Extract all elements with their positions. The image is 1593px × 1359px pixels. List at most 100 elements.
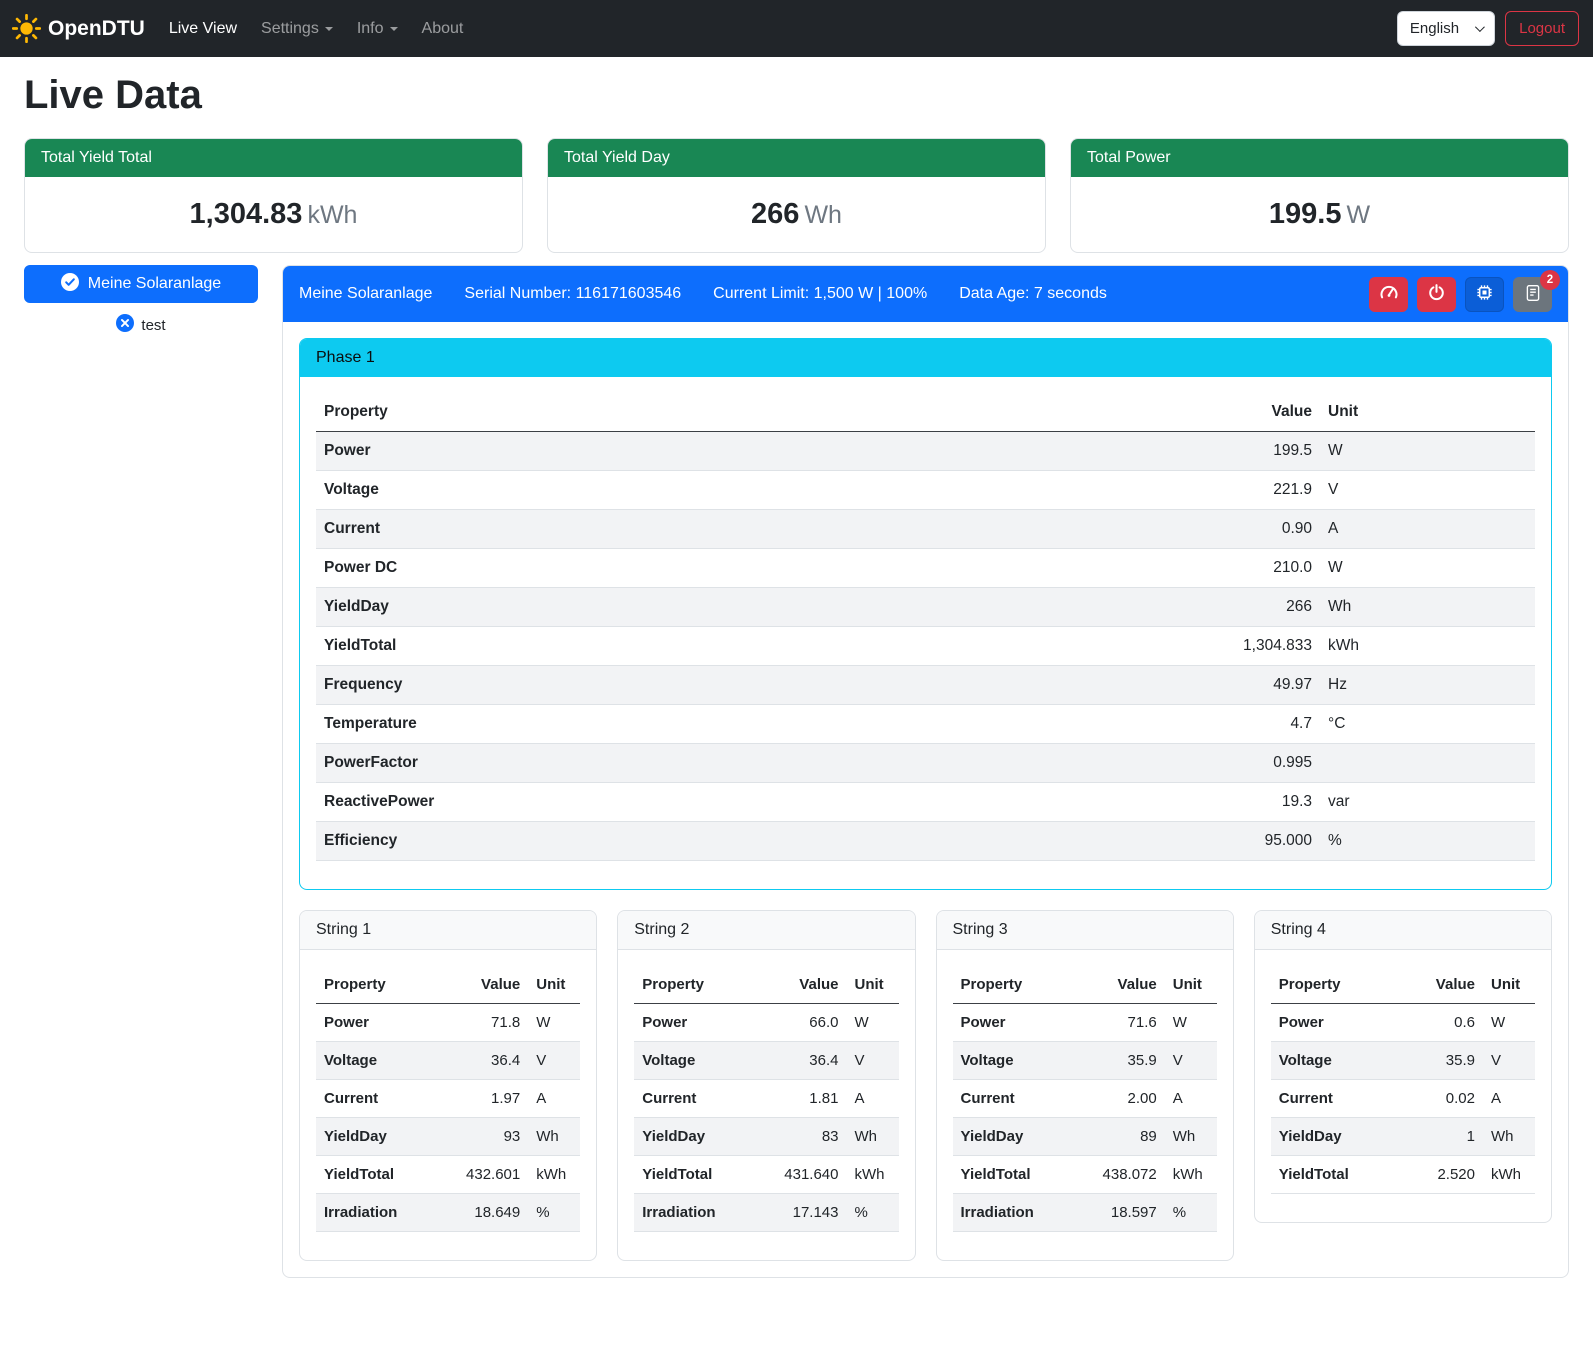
table-row: Voltage36.4V [316, 1042, 580, 1080]
property-unit: Hz [1320, 666, 1535, 705]
property-value: 36.4 [450, 1042, 528, 1080]
property-value: 83 [769, 1118, 847, 1156]
table-row: Efficiency95.000% [316, 822, 1535, 861]
property-name: Voltage [1271, 1042, 1405, 1080]
table-row: YieldDay266Wh [316, 588, 1535, 627]
logout-button[interactable]: Logout [1505, 11, 1579, 46]
table-header-row: Property Value Unit [316, 393, 1535, 432]
property-value: 93 [450, 1118, 528, 1156]
device-info-button[interactable] [1465, 277, 1504, 312]
summary-card-value: 266 [751, 198, 799, 230]
property-name: Power [634, 1004, 768, 1042]
inverter-panel: Meine Solaranlage Serial Number: 1161716… [282, 265, 1569, 1278]
table-row: Current2.00A [953, 1080, 1217, 1118]
property-unit: A [1320, 510, 1535, 549]
summary-card-value: 1,304.83 [190, 198, 303, 230]
string-body: Property Value Unit Power0.6WVoltage35.9… [1255, 950, 1551, 1222]
property-unit: Wh [528, 1118, 580, 1156]
property-unit [1320, 744, 1535, 783]
property-value: 36.4 [769, 1042, 847, 1080]
column-header-unit: Unit [528, 966, 580, 1004]
property-name: Power [953, 1004, 1087, 1042]
table-row: YieldDay1Wh [1271, 1118, 1535, 1156]
cpu-icon [1475, 283, 1494, 305]
phase-body: Property Value Unit Power199.5WVoltage22… [300, 377, 1551, 889]
column-header-value: Value [1087, 966, 1165, 1004]
table-row: Power71.6W [953, 1004, 1217, 1042]
property-value: 71.6 [1087, 1004, 1165, 1042]
string-card-4: String 4 Property Value Unit [1254, 910, 1552, 1223]
property-name: Voltage [316, 1042, 450, 1080]
property-value: 199.5 [1190, 432, 1320, 471]
column-header-value: Value [769, 966, 847, 1004]
brand[interactable]: OpenDTU [12, 14, 145, 43]
property-unit: kWh [1320, 627, 1535, 666]
nav-about[interactable]: About [410, 12, 476, 46]
table-row: Power DC210.0W [316, 549, 1535, 588]
string-body: Property Value Unit Power71.8WVoltage36.… [300, 950, 596, 1260]
property-unit: Wh [1165, 1118, 1217, 1156]
column-header-unit: Unit [847, 966, 899, 1004]
event-log-button[interactable]: 2 [1513, 277, 1552, 312]
summary-card-value: 199.5 [1269, 198, 1342, 230]
nav-settings[interactable]: Settings [249, 12, 345, 46]
string-card-1: String 1 Property Value Unit [299, 910, 597, 1261]
table-row: Current1.81A [634, 1080, 898, 1118]
nav-live-view[interactable]: Live View [157, 12, 249, 46]
property-unit: var [1320, 783, 1535, 822]
string-table-body: Power71.8WVoltage36.4VCurrent1.97AYieldD… [316, 1004, 580, 1232]
property-value: 1.81 [769, 1080, 847, 1118]
property-name: Power [316, 1004, 450, 1042]
property-unit: °C [1320, 705, 1535, 744]
property-name: ReactivePower [316, 783, 1190, 822]
nav-info[interactable]: Info [345, 12, 410, 46]
property-value: 89 [1087, 1118, 1165, 1156]
property-value: 66.0 [769, 1004, 847, 1042]
summary-card-title: Total Power [1071, 139, 1568, 177]
string-table-body: Power66.0WVoltage36.4VCurrent1.81AYieldD… [634, 1004, 898, 1232]
property-value: 4.7 [1190, 705, 1320, 744]
property-name: YieldTotal [316, 1156, 450, 1194]
table-row: YieldTotal432.601kWh [316, 1156, 580, 1194]
property-unit: V [847, 1042, 899, 1080]
table-row: ReactivePower19.3var [316, 783, 1535, 822]
property-name: Voltage [634, 1042, 768, 1080]
summary-card-body: 199.5W [1071, 177, 1568, 252]
navbar-right: English Logout [1397, 11, 1579, 46]
power-toggle-button[interactable] [1417, 277, 1456, 312]
string-table-head: Property Value Unit [1271, 966, 1535, 1004]
table-row: Power199.5W [316, 432, 1535, 471]
property-value: 266 [1190, 588, 1320, 627]
table-row: Power71.8W [316, 1004, 580, 1042]
property-name: Irradiation [634, 1194, 768, 1232]
table-header-row: Property Value Unit [953, 966, 1217, 1004]
caret-down-icon [390, 27, 398, 31]
property-name: Current [953, 1080, 1087, 1118]
table-row: YieldDay89Wh [953, 1118, 1217, 1156]
summary-card-title: Total Yield Total [25, 139, 522, 177]
string-table-body: Power0.6WVoltage35.9VCurrent0.02AYieldDa… [1271, 1004, 1535, 1194]
inverter-select-test[interactable]: test [24, 314, 258, 336]
summary-cards: Total Yield Total 1,304.83kWh Total Yiel… [0, 138, 1593, 253]
table-header-row: Property Value Unit [1271, 966, 1535, 1004]
string-card-2: String 2 Property Value Unit [617, 910, 915, 1261]
power-icon [1427, 283, 1446, 305]
property-name: Irradiation [953, 1194, 1087, 1232]
inverter-select-meine-solaranlage[interactable]: Meine Solaranlage [24, 265, 258, 303]
column-header-property: Property [316, 966, 450, 1004]
property-value: 210.0 [1190, 549, 1320, 588]
inverter-panel-header: Meine Solaranlage Serial Number: 1161716… [283, 266, 1568, 322]
property-unit: A [1165, 1080, 1217, 1118]
property-name: YieldDay [953, 1118, 1087, 1156]
table-row: Irradiation18.597% [953, 1194, 1217, 1232]
column-header-property: Property [1271, 966, 1405, 1004]
speedometer-icon [1379, 283, 1399, 306]
language-select[interactable]: English [1397, 11, 1495, 46]
limit-settings-button[interactable] [1369, 277, 1408, 312]
property-name: Frequency [316, 666, 1190, 705]
x-circle-icon [116, 314, 134, 336]
property-unit: kWh [1165, 1156, 1217, 1194]
column-header-property: Property [316, 393, 1190, 432]
property-value: 71.8 [450, 1004, 528, 1042]
table-row: Current0.02A [1271, 1080, 1535, 1118]
